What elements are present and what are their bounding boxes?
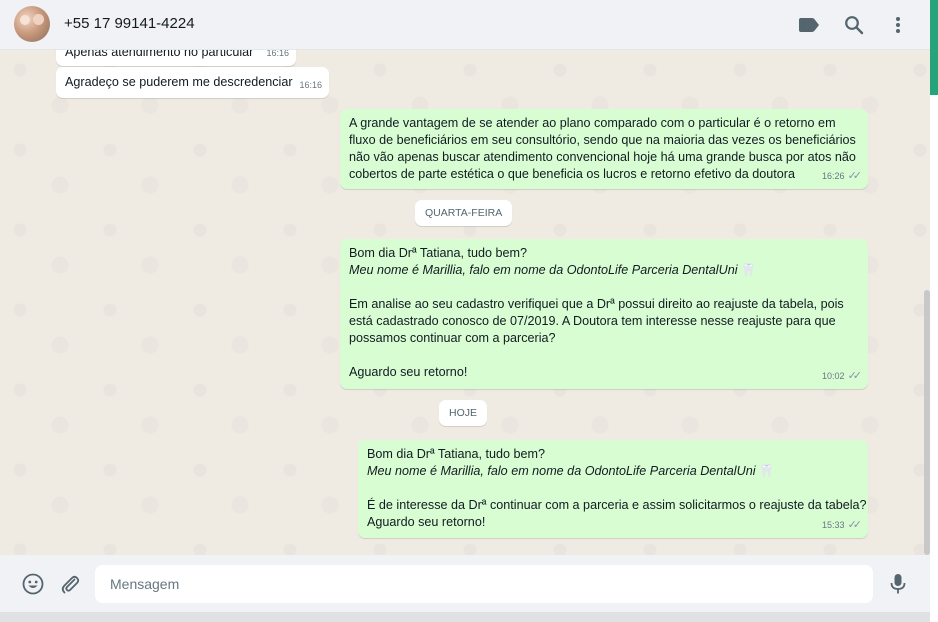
message-incoming[interactable]: Apenas atendimento no particular 16:16	[56, 50, 296, 66]
message-list[interactable]: Apenas atendimento no particular 16:16 A…	[0, 50, 930, 555]
message-text: possamos continuar com a parceria?	[349, 331, 556, 345]
message-text: Em analise ao seu cadastro verifiquei qu…	[349, 297, 844, 311]
double-check-icon: ✓✓	[847, 519, 863, 531]
message-text: Apenas atendimento no particular	[65, 50, 254, 59]
message-greeting: Bom dia Drª Tatiana, tudo bem?	[367, 447, 546, 461]
contact-name[interactable]: +55 17 99141-4224	[64, 15, 195, 32]
double-check-icon: ✓✓	[847, 170, 863, 182]
composer-bar	[0, 555, 930, 612]
message-text: Agradeço se puderem me descredenciar	[65, 75, 293, 89]
tooth-emoji-icon: 🦷	[758, 464, 775, 478]
message-text: É de interesse da Drª continuar com a pa…	[367, 498, 867, 512]
message-time: 10:02	[822, 371, 845, 381]
date-separator: HOJE	[439, 400, 488, 426]
date-separator: QUARTA-FEIRA	[415, 200, 513, 226]
message-text: fluxo de beneficiários em seu consultóri…	[349, 133, 856, 147]
message-meta: 16:16	[266, 50, 289, 62]
message-time: 15:33	[822, 520, 845, 530]
label-icon[interactable]	[797, 13, 821, 37]
message-greeting: Bom dia Drª Tatiana, tudo bem?	[349, 246, 528, 260]
message-text: Aguardo seu retorno!	[367, 515, 486, 529]
message-text: não vão apenas buscar atendimento conven…	[349, 150, 856, 164]
message-meta: 10:02 ✓✓	[822, 368, 863, 385]
message-meta: 16:16	[299, 77, 322, 94]
message-time: 16:16	[299, 80, 322, 90]
search-icon[interactable]	[842, 13, 866, 37]
microphone-icon[interactable]	[886, 572, 910, 596]
message-text: está cadastrado conosco de 07/2019. A Do…	[349, 314, 836, 328]
whatsapp-chat-window: +55 17 99141-4224 Apenas atendimento no …	[0, 0, 930, 622]
double-check-icon: ✓✓	[847, 370, 863, 382]
message-text: A grande vantagem de se atender ao plano…	[349, 116, 836, 130]
chat-header: +55 17 99141-4224	[0, 0, 930, 50]
attach-icon[interactable]	[58, 572, 82, 596]
menu-dots-icon[interactable]	[886, 13, 910, 37]
message-text: cobertos de parte estética o que benefic…	[349, 167, 795, 181]
message-outgoing[interactable]: Bom dia Drª Tatiana, tudo bem? Meu nome …	[340, 239, 868, 389]
message-intro: Meu nome é Marillia, falo em nome da Odo…	[349, 263, 757, 277]
message-incoming[interactable]: Agradeço se puderem me descredenciar 16:…	[56, 67, 329, 98]
message-time: 16:26	[822, 171, 845, 181]
message-time: 16:16	[266, 50, 289, 58]
message-outgoing[interactable]: Bom dia Drª Tatiana, tudo bem? Meu nome …	[358, 440, 868, 538]
message-meta: 16:26 ✓✓	[822, 168, 863, 185]
window-accent-edge	[930, 0, 938, 95]
message-closing: Aguardo seu retorno!	[349, 365, 468, 379]
emoji-icon[interactable]	[21, 572, 45, 596]
message-outgoing[interactable]: A grande vantagem de se atender ao plano…	[340, 109, 868, 189]
contact-avatar[interactable]	[14, 6, 50, 42]
message-meta: 15:33 ✓✓	[822, 517, 863, 534]
message-intro: Meu nome é Marillia, falo em nome da Odo…	[367, 464, 775, 478]
message-input[interactable]	[95, 565, 873, 603]
window-bottom-edge	[0, 612, 930, 622]
tooth-emoji-icon: 🦷	[740, 263, 757, 277]
